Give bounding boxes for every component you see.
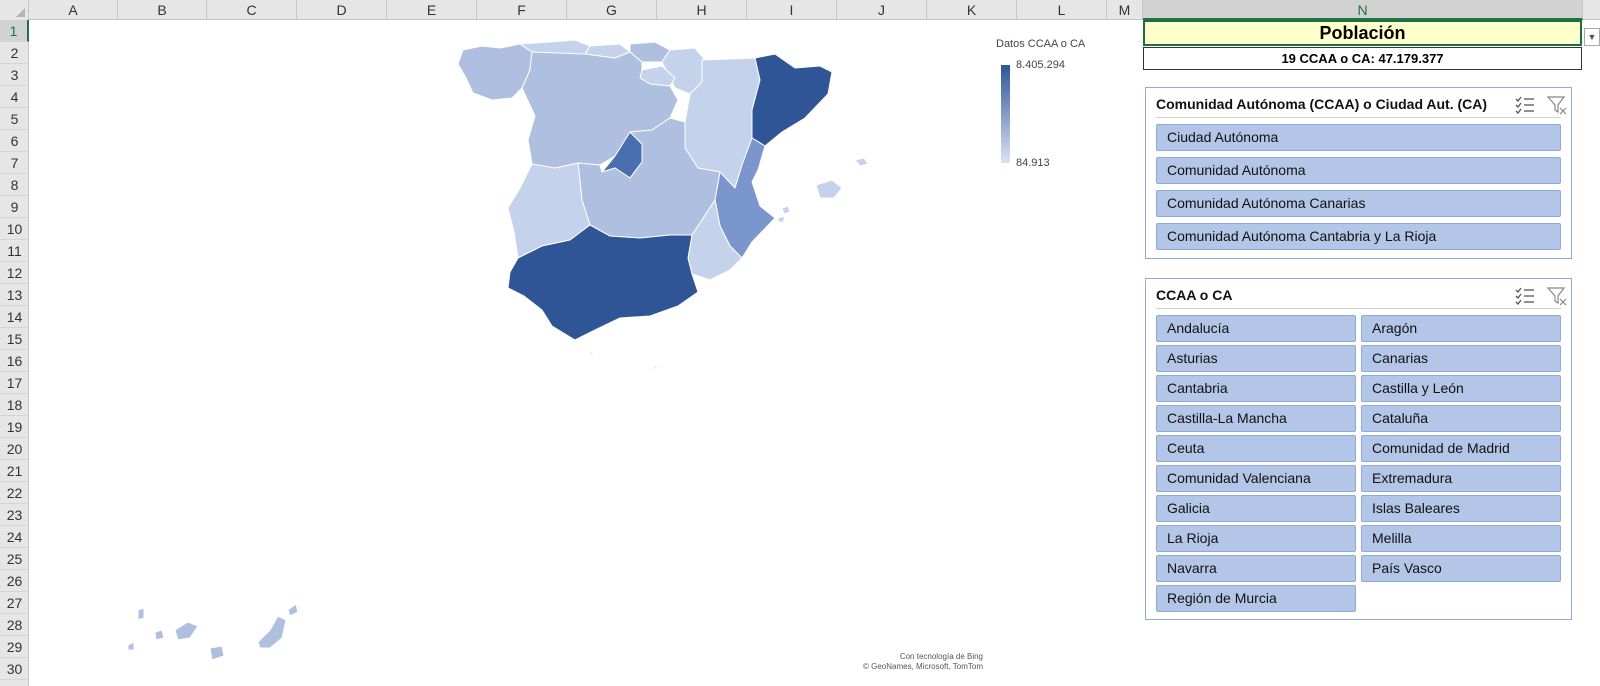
clear-filter-icon[interactable] — [1546, 286, 1568, 306]
row-header-23[interactable]: 23 — [0, 504, 29, 526]
region-melilla[interactable] — [653, 365, 658, 370]
column-header-c[interactable]: C — [207, 0, 297, 20]
slicer-item[interactable]: Comunidad de Madrid — [1361, 435, 1561, 462]
row-header-1[interactable]: 1 — [0, 20, 29, 42]
row-header-22[interactable]: 22 — [0, 482, 29, 504]
slicer-item[interactable]: Castilla y León — [1361, 375, 1561, 402]
slicer-item[interactable]: La Rioja — [1156, 525, 1356, 552]
region-cataluna[interactable] — [751, 53, 833, 147]
column-header-g[interactable]: G — [567, 0, 657, 20]
cell-dropdown-arrow-icon[interactable]: ▼ — [1584, 28, 1600, 46]
row-header-21[interactable]: 21 — [0, 460, 29, 482]
row-header-28[interactable]: 28 — [0, 614, 29, 636]
row-header-8[interactable]: 8 — [0, 174, 29, 196]
map-chart[interactable] — [30, 20, 1135, 686]
multi-select-icon[interactable] — [1514, 95, 1536, 115]
row-header-26[interactable]: 26 — [0, 570, 29, 592]
row-header-4[interactable]: 4 — [0, 86, 29, 108]
column-header-i[interactable]: I — [747, 0, 837, 20]
row-header-5[interactable]: 5 — [0, 108, 29, 130]
row-header-10[interactable]: 10 — [0, 218, 29, 240]
multi-select-icon[interactable] — [1514, 286, 1536, 306]
region-galicia[interactable] — [457, 43, 533, 101]
row-header-13[interactable]: 13 — [0, 284, 29, 306]
row-header-25[interactable]: 25 — [0, 548, 29, 570]
column-header-f[interactable]: F — [477, 0, 567, 20]
row-header-12[interactable]: 12 — [0, 262, 29, 284]
slicer-item[interactable]: Ceuta — [1156, 435, 1356, 462]
slicer-item[interactable]: Región de Murcia — [1156, 585, 1356, 612]
slicer-item[interactable]: Extremadura — [1361, 465, 1561, 492]
legend-gradient-bar — [1001, 65, 1010, 163]
column-header-h[interactable]: H — [657, 0, 747, 20]
map-attribution: Con tecnología de Bing © GeoNames, Micro… — [855, 652, 983, 672]
slicer-item[interactable]: Melilla — [1361, 525, 1561, 552]
cell-total-summary[interactable]: 19 CCAA o CA: 47.179.377 — [1143, 47, 1582, 70]
slicer-item[interactable]: Castilla-La Mancha — [1156, 405, 1356, 432]
cell-title-poblacion[interactable]: Población — [1143, 20, 1582, 46]
row-header-7[interactable]: 7 — [0, 152, 29, 174]
slicer-ccaa-type[interactable]: Comunidad Autónoma (CCAA) o Ciudad Aut. … — [1145, 87, 1572, 259]
row-header-18[interactable]: 18 — [0, 394, 29, 416]
attribution-line-2: © GeoNames, Microsoft, TomTom — [863, 662, 983, 671]
row-header-24[interactable]: 24 — [0, 526, 29, 548]
slicer-item[interactable]: Aragón — [1361, 315, 1561, 342]
row-header-29[interactable]: 29 — [0, 636, 29, 658]
spreadsheet: ABCDEFGHIJKLMN 1 2 3 4 5 6 7 8 9 10 11 12 13 14 15 16 17… — [0, 0, 1600, 686]
slicer-title: Comunidad Autónoma (CCAA) o Ciudad Aut. … — [1156, 96, 1488, 112]
slicer-item[interactable]: Comunidad Autónoma Canarias — [1156, 190, 1561, 217]
map-svg — [127, 39, 869, 661]
slicer-item[interactable]: Comunidad Valenciana — [1156, 465, 1356, 492]
slicer-item[interactable]: Navarra — [1156, 555, 1356, 582]
row-header-27[interactable]: 27 — [0, 592, 29, 614]
column-header-d[interactable]: D — [297, 0, 387, 20]
row-header-16[interactable]: 16 — [0, 350, 29, 372]
slicer-ccaa[interactable]: CCAA o CA Andalucía Aragón Asturias Canaria… — [1145, 278, 1572, 620]
slicer-item[interactable]: Cataluña — [1361, 405, 1561, 432]
slicer-item[interactable]: Cantabria — [1156, 375, 1356, 402]
region-baleares[interactable] — [777, 157, 869, 223]
slicer-item[interactable]: Canarias — [1361, 345, 1561, 372]
row-header-9[interactable]: 9 — [0, 196, 29, 218]
legend-max-value: 8.405.294 — [1016, 59, 1065, 71]
slicer-header: CCAA o CA — [1156, 285, 1567, 309]
row-header-3[interactable]: 3 — [0, 64, 29, 86]
slicer-item[interactable]: Andalucía — [1156, 315, 1356, 342]
column-header-l[interactable]: L — [1017, 0, 1107, 20]
column-header-n[interactable]: N — [1143, 0, 1583, 20]
row-header-11[interactable]: 11 — [0, 240, 29, 262]
slicer-item[interactable]: Comunidad Autónoma — [1156, 157, 1561, 184]
slicer-item[interactable]: Comunidad Autónoma Cantabria y La Rioja — [1156, 223, 1561, 250]
row-header-15[interactable]: 15 — [0, 328, 29, 350]
column-header-m[interactable]: M — [1107, 0, 1143, 20]
row-header-19[interactable]: 19 — [0, 416, 29, 438]
column-header-j[interactable]: J — [837, 0, 927, 20]
column-header-k[interactable]: K — [927, 0, 1017, 20]
column-header-a[interactable]: A — [29, 0, 118, 20]
select-all-corner[interactable] — [0, 0, 29, 20]
clear-filter-icon[interactable] — [1546, 95, 1568, 115]
legend-title: Datos CCAA o CA — [996, 38, 1086, 50]
slicer-item[interactable]: Galicia — [1156, 495, 1356, 522]
row-header-17[interactable]: 17 — [0, 372, 29, 394]
region-canarias[interactable] — [127, 603, 299, 661]
row-header-6[interactable]: 6 — [0, 130, 29, 152]
slicer-item[interactable]: Islas Baleares — [1361, 495, 1561, 522]
region-ceuta[interactable] — [589, 351, 594, 356]
row-header-2[interactable]: 2 — [0, 42, 29, 64]
legend-min-value: 84.913 — [1016, 157, 1050, 169]
slicer-header: Comunidad Autónoma (CCAA) o Ciudad Aut. … — [1156, 94, 1567, 118]
attribution-line-1: Con tecnología de Bing — [899, 652, 983, 661]
slicer-item[interactable]: Asturias — [1156, 345, 1356, 372]
slicer-item[interactable]: País Vasco — [1361, 555, 1561, 582]
row-header-30[interactable]: 30 — [0, 658, 29, 680]
slicer-item[interactable]: Ciudad Autónoma — [1156, 124, 1561, 151]
column-header-b[interactable]: B — [118, 0, 207, 20]
slicer-title: CCAA o CA — [1156, 287, 1233, 303]
row-header-14[interactable]: 14 — [0, 306, 29, 328]
column-header-e[interactable]: E — [387, 0, 477, 20]
row-header-20[interactable]: 20 — [0, 438, 29, 460]
